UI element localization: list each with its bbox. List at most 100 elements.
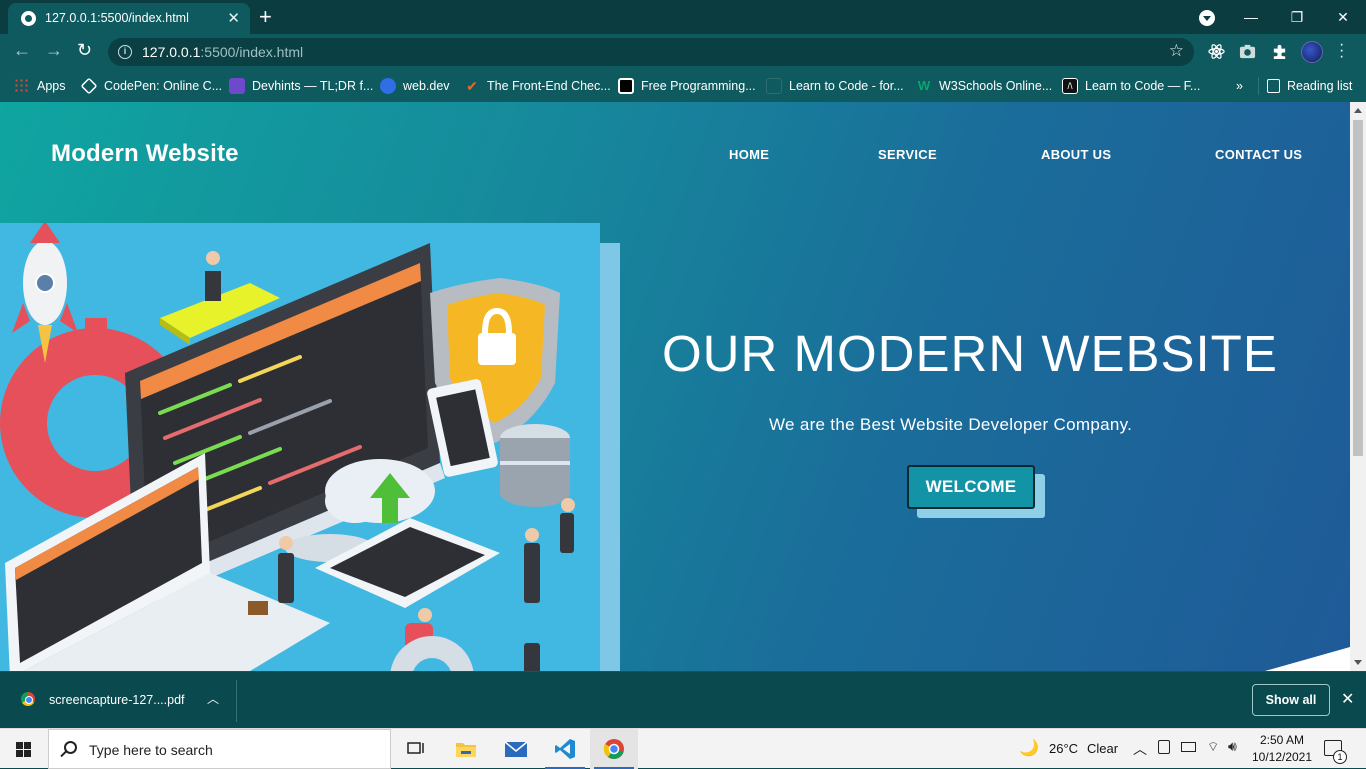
bookmark-frontend-checklist[interactable]: ✔ The Front-End Chec... bbox=[464, 77, 611, 95]
database-icon bbox=[500, 424, 570, 507]
devhints-icon bbox=[229, 78, 245, 94]
clock[interactable]: 2:50 AM 10/12/2021 bbox=[1250, 732, 1314, 766]
taskbar: Type here to search 🌙 26°C Clear ︿ ⌔ 🔊︎ … bbox=[0, 728, 1366, 769]
bookmark-webdev[interactable]: web.dev bbox=[380, 77, 450, 95]
download-shelf: screencapture-127....pdf ︿ Show all ✕ bbox=[0, 671, 1366, 728]
react-devtools-icon[interactable] bbox=[1208, 43, 1225, 60]
page-scrollbar[interactable] bbox=[1350, 102, 1366, 671]
search-icon bbox=[64, 741, 77, 754]
hero-title: OUR MODERN WEBSITE bbox=[662, 325, 1278, 382]
clock-date: 10/12/2021 bbox=[1251, 750, 1313, 764]
chevron-up-icon[interactable]: ︿ bbox=[207, 690, 219, 707]
weather-temp[interactable]: 26°C bbox=[1049, 741, 1078, 756]
shelf-divider bbox=[236, 680, 237, 722]
taskbar-search-box[interactable]: Type here to search bbox=[48, 729, 391, 769]
weather-desc[interactable]: Clear bbox=[1087, 741, 1118, 756]
mail-icon[interactable] bbox=[492, 729, 540, 769]
bookmark-label: Learn to Code — F... bbox=[1085, 79, 1201, 93]
reading-list-label: Reading list bbox=[1287, 79, 1353, 93]
search-placeholder: Type here to search bbox=[89, 742, 213, 758]
restore-icon[interactable]: ❐ bbox=[1274, 9, 1320, 26]
back-icon[interactable]: ← bbox=[13, 40, 31, 61]
more-bookmarks-button[interactable]: » bbox=[1236, 77, 1243, 95]
bookmark-star-icon[interactable]: ☆ bbox=[1169, 41, 1184, 61]
scroll-down-icon[interactable] bbox=[1354, 660, 1362, 665]
cloud-upload-icon bbox=[325, 459, 435, 523]
bookmark-label: web.dev bbox=[403, 79, 450, 93]
extensions-puzzle-icon[interactable] bbox=[1271, 43, 1288, 60]
browser-menu-icon[interactable]: · · · bbox=[1339, 37, 1344, 65]
camera-icon[interactable] bbox=[1239, 43, 1256, 60]
url-text: 127.0.0.1:5500/index.html bbox=[142, 44, 303, 60]
close-tab-icon[interactable]: ✕ bbox=[227, 9, 240, 27]
url-path: :5500/index.html bbox=[200, 44, 304, 60]
moon-weather-icon[interactable]: 🌙 bbox=[1019, 738, 1039, 758]
page-icon bbox=[766, 78, 782, 94]
tab-strip: 127.0.0.1:5500/index.html ✕ + — ❐ ✕ bbox=[0, 0, 1366, 34]
section-divider bbox=[1265, 647, 1350, 671]
notification-badge: 1 bbox=[1333, 750, 1347, 764]
browser-toolbar: ← → ↻ i 127.0.0.1:5500/index.html ☆ · · · bbox=[0, 34, 1366, 70]
bookmarks-bar: Apps CodePen: Online C... Devhints — TL;… bbox=[0, 70, 1366, 102]
forward-icon[interactable]: → bbox=[45, 40, 63, 61]
scrollbar-thumb[interactable] bbox=[1353, 120, 1363, 456]
scroll-up-icon[interactable] bbox=[1354, 108, 1362, 113]
bookmark-label: W3Schools Online... bbox=[939, 79, 1053, 93]
window-controls: — ❐ ✕ bbox=[1228, 0, 1366, 34]
bookmark-label: CodePen: Online C... bbox=[104, 79, 223, 93]
bookmark-devhints[interactable]: Devhints — TL;DR f... bbox=[229, 77, 373, 95]
tab-search-icon[interactable] bbox=[1199, 10, 1215, 26]
browser-tab[interactable]: 127.0.0.1:5500/index.html ✕ bbox=[8, 3, 250, 34]
site-logo[interactable]: Modern Website bbox=[51, 140, 239, 168]
w3schools-icon: W bbox=[917, 78, 931, 93]
nav-contact-us[interactable]: CONTACT US bbox=[1215, 147, 1302, 162]
bookmark-apps[interactable]: Apps bbox=[14, 77, 66, 95]
hero-image-backdrop bbox=[600, 243, 620, 671]
chrome-download-icon bbox=[21, 692, 35, 706]
nav-service[interactable]: SERVICE bbox=[878, 147, 937, 162]
url-host: 127.0.0.1 bbox=[142, 44, 201, 60]
site-info-icon[interactable]: i bbox=[118, 45, 132, 59]
bookmark-label: Devhints — TL;DR f... bbox=[252, 79, 374, 93]
windows-start-icon[interactable] bbox=[16, 742, 32, 758]
tab-title: 127.0.0.1:5500/index.html bbox=[45, 11, 189, 25]
checkmark-icon: ✔ bbox=[466, 78, 478, 94]
show-all-button[interactable]: Show all bbox=[1252, 684, 1330, 716]
chevron-up-icon[interactable]: ︿ bbox=[1133, 739, 1147, 759]
volume-icon[interactable]: 🔊︎ bbox=[1228, 738, 1237, 755]
battery-icon[interactable] bbox=[1181, 742, 1196, 752]
file-explorer-icon[interactable] bbox=[442, 729, 490, 769]
code-brackets-icon: /\ bbox=[1062, 78, 1078, 94]
vscode-icon[interactable] bbox=[541, 729, 589, 769]
apps-grid-icon bbox=[14, 78, 30, 94]
new-tab-button[interactable]: + bbox=[259, 4, 272, 30]
reload-icon[interactable]: ↻ bbox=[77, 40, 92, 61]
bookmark-w3schools[interactable]: W W3Schools Online... bbox=[916, 77, 1052, 95]
nav-home[interactable]: HOME bbox=[729, 147, 769, 162]
bookmark-label: Free Programming... bbox=[641, 79, 756, 93]
address-bar[interactable]: i 127.0.0.1:5500/index.html ☆ bbox=[108, 38, 1194, 66]
close-shelf-icon[interactable]: ✕ bbox=[1341, 689, 1354, 709]
chrome-icon[interactable] bbox=[590, 729, 638, 769]
profile-avatar[interactable] bbox=[1301, 41, 1323, 63]
bookmark-label: The Front-End Chec... bbox=[487, 79, 611, 93]
bookmark-free-programming[interactable]: Free Programming... bbox=[618, 77, 756, 95]
bookmark-codepen[interactable]: CodePen: Online C... bbox=[80, 77, 223, 95]
page-viewport: Modern Website HOME SERVICE ABOUT US CON… bbox=[0, 102, 1350, 671]
meet-now-icon[interactable] bbox=[1158, 740, 1170, 754]
nav-about-us[interactable]: ABOUT US bbox=[1041, 147, 1111, 162]
hero-subtitle: We are the Best Website Developer Compan… bbox=[769, 415, 1133, 434]
webdev-icon bbox=[380, 78, 396, 94]
bookmark-learn-to-code[interactable]: /\ Learn to Code — F... bbox=[1062, 77, 1200, 95]
bookmark-label: Learn to Code - for... bbox=[789, 79, 904, 93]
tech-illustration bbox=[0, 223, 575, 671]
task-view-icon[interactable] bbox=[392, 729, 440, 769]
minimize-icon[interactable]: — bbox=[1228, 9, 1274, 25]
download-file-name[interactable]: screencapture-127....pdf bbox=[49, 693, 185, 707]
bookmark-label: Apps bbox=[37, 79, 66, 93]
bookmark-freecodecamp[interactable]: Learn to Code - for... bbox=[766, 77, 904, 95]
wifi-icon[interactable]: ⌔ bbox=[1207, 739, 1219, 755]
reading-list-button[interactable]: Reading list bbox=[1258, 77, 1352, 95]
close-window-icon[interactable]: ✕ bbox=[1320, 9, 1366, 26]
welcome-button[interactable]: WELCOME bbox=[907, 465, 1035, 509]
